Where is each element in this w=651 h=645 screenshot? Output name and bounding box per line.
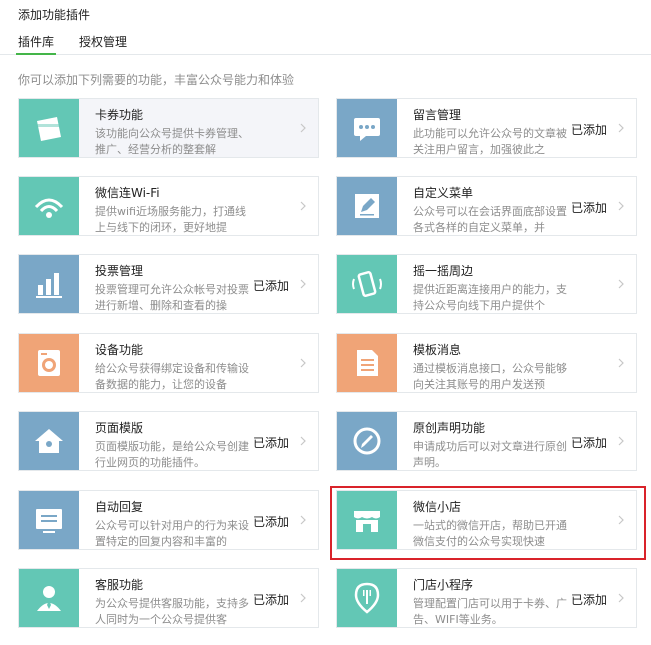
plugin-name: 模板消息 [413,343,462,357]
chevron-right-icon [618,279,624,289]
chevron-right-icon [300,123,306,133]
template-doc-icon [337,334,397,392]
plugin-status: 已添加 [253,515,290,529]
plugin-description: 投票管理可允许公众帐号对投票进行新增、删除和查看的操 [95,283,249,312]
plugin-card[interactable]: 自定义菜单公众号可以在会话界面底部设置各式各样的自定义菜单，并 已添加 [336,176,637,236]
plugin-name: 门店小程序 [413,578,474,592]
plugin-card[interactable]: 投票管理投票管理可允许公众帐号对投票进行新增、删除和查看的操 已添加 [18,254,319,314]
plugin-status: 已添加 [253,593,290,607]
plugin-status: 已添加 [571,436,608,450]
plugin-card[interactable]: 客服功能为公众号提供客服功能，支持多人同时为一个公众号提供客 已添加 [18,568,319,628]
plugin-name: 设备功能 [95,343,144,357]
tab-bar: 插件库 授权管理 [0,28,651,55]
edit-icon [337,177,397,235]
chevron-right-icon [618,201,624,211]
chevron-right-icon [300,515,306,525]
plugin-card[interactable]: 自动回复公众号可以针对用户的行为来设置特定的回复内容和丰富的 已添加 [18,490,319,550]
plugin-card[interactable]: 留言管理此功能可以允许公众号的文章被关注用户留言，加强彼此之 已添加 [336,98,637,158]
plugin-description: 给公众号获得绑定设备和传输设备数据的能力，让您的设备 [95,362,249,391]
plugin-name: 自动回复 [95,500,144,514]
plugin-card[interactable]: 模板消息通过模板消息接口，公众号能够向关注其账号的用户发送预 [336,333,637,393]
plugin-description: 页面模版功能，是给公众号创建行业网页的功能插件。 [95,440,249,469]
tab-authorization-management[interactable]: 授权管理 [79,33,127,50]
plugin-card[interactable]: 摇一摇周边提供近距离连接用户的能力，支持公众号向线下用户提供个 [336,254,637,314]
plugin-description: 该功能向公众号提供卡券管理、推广、经营分析的整套解 [95,127,249,156]
plugin-card[interactable]: 门店小程序管理配置门店可以用于卡券、广告、WIFI等业务。 已添加 [336,568,637,628]
plugin-name: 微信连Wi-Fi [95,186,160,200]
plugin-description: 提供wifi近场服务能力，打通线上与线下的闭环，更好地提 [95,205,246,234]
plugin-name: 卡券功能 [95,108,144,122]
plugin-name: 摇一摇周边 [413,264,474,278]
shake-phone-icon [337,255,397,313]
chevron-right-icon [618,358,624,368]
plugin-description: 公众号可以针对用户的行为来设置特定的回复内容和丰富的 [95,519,249,548]
plugin-card[interactable]: 原创声明功能申请成功后可以对文章进行原创声明。 已添加 [336,411,637,471]
chevron-right-icon [300,279,306,289]
customer-service-icon [19,569,79,627]
plugin-status: 已添加 [571,593,608,607]
plugin-status: 已添加 [253,436,290,450]
plugin-name: 留言管理 [413,108,462,122]
plugin-description: 申请成功后可以对文章进行原创声明。 [413,440,567,469]
comment-icon [337,99,397,157]
plugin-description: 通过模板消息接口，公众号能够向关注其账号的用户发送预 [413,362,567,391]
plugin-name: 自定义菜单 [413,186,474,200]
plugin-card[interactable]: 微信连Wi-Fi 提供wifi近场服务能力，打通线上与线下的闭环，更好地提 [18,176,319,236]
wifi-icon [19,177,79,235]
plugin-name: 原创声明功能 [413,421,486,435]
plugin-description: 提供近距离连接用户的能力，支持公众号向线下用户提供个 [413,283,567,312]
bar-chart-icon [19,255,79,313]
plugin-card[interactable]: 页面模版页面模版功能，是给公众号创建行业网页的功能插件。 已添加 [18,411,319,471]
highlight-box [330,486,646,560]
tab-plugin-library[interactable]: 插件库 [15,33,57,55]
auto-reply-icon [19,491,79,549]
intro-text: 你可以添加下列需要的功能，丰富公众号能力和体验 [18,73,295,87]
card-icon [19,99,79,157]
home-icon [19,412,79,470]
plugin-status: 已添加 [253,279,290,293]
chevron-right-icon [300,358,306,368]
plugin-name: 页面模版 [95,421,144,435]
chevron-right-icon [618,123,624,133]
chevron-right-icon [618,436,624,446]
plugin-card[interactable]: 设备功能给公众号获得绑定设备和传输设备数据的能力，让您的设备 [18,333,319,393]
chevron-right-icon [300,436,306,446]
plugin-card[interactable]: 卡券功能该功能向公众号提供卡券管理、推广、经营分析的整套解 [18,98,319,158]
device-icon [19,334,79,392]
plugin-name: 客服功能 [95,578,144,592]
plugin-name: 投票管理 [95,264,144,278]
plugin-status: 已添加 [571,201,608,215]
plugin-description: 此功能可以允许公众号的文章被关注用户留言，加强彼此之 [413,127,567,156]
page-title: 添加功能插件 [18,8,91,22]
chevron-right-icon [618,593,624,603]
plugin-status: 已添加 [571,123,608,137]
location-fork-icon [337,569,397,627]
plugin-description: 为公众号提供客服功能，支持多人同时为一个公众号提供客 [95,597,249,626]
original-pen-icon [337,412,397,470]
plugin-description: 管理配置门店可以用于卡券、广告、WIFI等业务。 [413,597,567,626]
chevron-right-icon [300,593,306,603]
plugin-description: 公众号可以在会话界面底部设置各式各样的自定义菜单，并 [413,205,567,234]
chevron-right-icon [300,201,306,211]
